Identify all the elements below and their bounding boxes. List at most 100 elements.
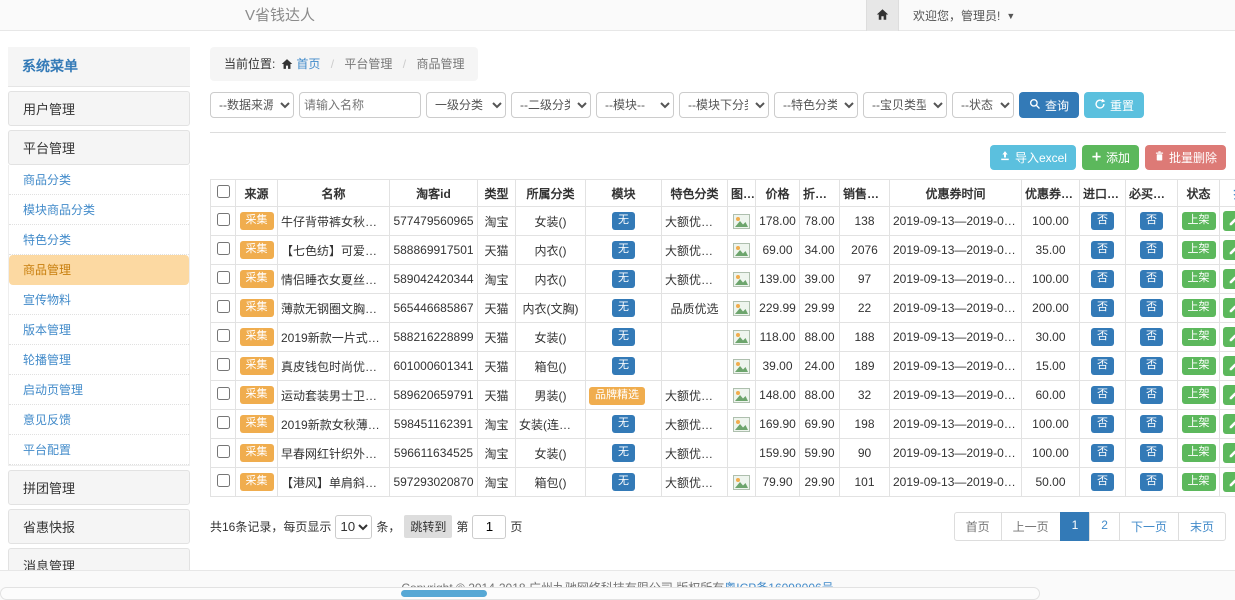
- feature-cell: 大额优惠券: [662, 410, 728, 439]
- sidebar-item-1-9[interactable]: 平台配置: [9, 435, 189, 465]
- edit-button[interactable]: [1223, 385, 1235, 405]
- must-buy-badge[interactable]: 否: [1140, 299, 1163, 316]
- jump-page-input[interactable]: [472, 515, 506, 539]
- data-source-select[interactable]: --数据来源--: [210, 92, 294, 118]
- home-button[interactable]: [866, 0, 899, 31]
- breadcrumb-home-link[interactable]: 首页: [296, 57, 320, 71]
- pager-item-1[interactable]: 上一页: [1001, 512, 1061, 541]
- status-badge[interactable]: 上架: [1182, 444, 1216, 461]
- coupon-time-cell: 2019-09-13—2019-09-19: [890, 323, 1022, 352]
- module-select[interactable]: --模块--: [596, 92, 674, 118]
- edit-button[interactable]: [1223, 443, 1235, 463]
- sidebar-group-2[interactable]: 拼团管理: [8, 470, 190, 505]
- sidebar-item-1-2[interactable]: 特色分类: [9, 225, 189, 255]
- row-checkbox[interactable]: [217, 474, 230, 487]
- imported-badge[interactable]: 否: [1091, 473, 1114, 490]
- sidebar-item-1-5[interactable]: 版本管理: [9, 315, 189, 345]
- sidebar-group-1[interactable]: 平台管理: [8, 130, 190, 165]
- horizontal-scrollbar[interactable]: [0, 587, 1040, 600]
- sidebar-item-1-8[interactable]: 意见反馈: [9, 405, 189, 435]
- edit-button[interactable]: [1223, 472, 1235, 492]
- row-checkbox[interactable]: [217, 445, 230, 458]
- edit-button[interactable]: [1223, 211, 1235, 231]
- pager-item-4[interactable]: 下一页: [1119, 512, 1179, 541]
- edit-button[interactable]: [1223, 414, 1235, 434]
- row-checkbox[interactable]: [217, 329, 230, 342]
- sidebar-item-1-4[interactable]: 宣传物料: [9, 285, 189, 315]
- must-buy-badge[interactable]: 否: [1140, 212, 1163, 229]
- status-badge[interactable]: 上架: [1182, 473, 1216, 490]
- sidebar-item-1-0[interactable]: 商品分类: [9, 165, 189, 195]
- pager-item-2[interactable]: 1: [1060, 512, 1091, 541]
- level1-category-select[interactable]: 一级分类: [426, 92, 506, 118]
- batch-delete-button[interactable]: 批量删除: [1145, 145, 1226, 170]
- per-page-select[interactable]: 10: [335, 515, 372, 539]
- must-buy-badge[interactable]: 否: [1140, 328, 1163, 345]
- reset-button[interactable]: 重置: [1084, 92, 1144, 118]
- imported-badge[interactable]: 否: [1091, 212, 1114, 229]
- sidebar-item-1-6[interactable]: 轮播管理: [9, 345, 189, 375]
- status-select[interactable]: --状态--: [952, 92, 1014, 118]
- status-badge[interactable]: 上架: [1182, 299, 1216, 316]
- sidebar-group-4[interactable]: 消息管理: [8, 548, 190, 570]
- must-buy-badge[interactable]: 否: [1140, 473, 1163, 490]
- module-subcategory-select[interactable]: --模块下分类--: [679, 92, 769, 118]
- must-buy-badge[interactable]: 否: [1140, 270, 1163, 287]
- row-checkbox[interactable]: [217, 416, 230, 429]
- pager-item-0[interactable]: 首页: [954, 512, 1002, 541]
- edit-button[interactable]: [1223, 327, 1235, 347]
- row-checkbox[interactable]: [217, 358, 230, 371]
- must-buy-badge[interactable]: 否: [1140, 241, 1163, 258]
- row-checkbox[interactable]: [217, 387, 230, 400]
- user-menu[interactable]: 欢迎您，管理员! ▼: [899, 0, 1015, 31]
- item-type-select[interactable]: --宝贝类型--: [863, 92, 947, 118]
- row-checkbox[interactable]: [217, 271, 230, 284]
- imported-badge[interactable]: 否: [1091, 270, 1114, 287]
- row-checkbox[interactable]: [217, 300, 230, 313]
- status-badge[interactable]: 上架: [1182, 415, 1216, 432]
- imported-badge[interactable]: 否: [1091, 386, 1114, 403]
- name-search-input[interactable]: [299, 92, 421, 118]
- imported-badge[interactable]: 否: [1091, 415, 1114, 432]
- discount-price-cell: 69.90: [800, 410, 840, 439]
- status-badge[interactable]: 上架: [1182, 241, 1216, 258]
- category-cell: 箱包(): [516, 352, 586, 381]
- search-button[interactable]: 查询: [1019, 92, 1079, 118]
- edit-button[interactable]: [1223, 298, 1235, 318]
- sidebar-group-0[interactable]: 用户管理: [8, 91, 190, 126]
- feature-category-select[interactable]: --特色分类--: [774, 92, 858, 118]
- level2-category-select[interactable]: --二级分类--: [511, 92, 591, 118]
- row-checkbox[interactable]: [217, 213, 230, 226]
- status-badge[interactable]: 上架: [1182, 386, 1216, 403]
- edit-button[interactable]: [1223, 356, 1235, 376]
- pager-item-5[interactable]: 末页: [1178, 512, 1226, 541]
- must-buy-badge[interactable]: 否: [1140, 357, 1163, 374]
- pager-item-3[interactable]: 2: [1089, 512, 1120, 541]
- sidebar-group-3[interactable]: 省惠快报: [8, 509, 190, 544]
- imported-badge[interactable]: 否: [1091, 241, 1114, 258]
- edit-button[interactable]: [1223, 269, 1235, 289]
- row-checkbox-cell: [211, 207, 236, 236]
- add-button[interactable]: 添加: [1082, 145, 1139, 170]
- sidebar-item-1-3[interactable]: 商品管理: [9, 255, 189, 285]
- column-header-10: 销售数量: [840, 180, 890, 207]
- status-badge[interactable]: 上架: [1182, 212, 1216, 229]
- must-buy-badge[interactable]: 否: [1140, 444, 1163, 461]
- status-badge[interactable]: 上架: [1182, 328, 1216, 345]
- row-checkbox[interactable]: [217, 242, 230, 255]
- edit-button[interactable]: [1223, 240, 1235, 260]
- imported-badge[interactable]: 否: [1091, 444, 1114, 461]
- scrollbar-thumb[interactable]: [401, 590, 487, 597]
- import-excel-button[interactable]: 导入excel: [990, 145, 1076, 170]
- must-buy-badge[interactable]: 否: [1140, 415, 1163, 432]
- sidebar-item-1-7[interactable]: 启动页管理: [9, 375, 189, 405]
- imported-badge[interactable]: 否: [1091, 299, 1114, 316]
- goods-table: 来源名称淘客id类型所属分类模块特色分类图标价格折后价销售数量优惠券时间优惠券金…: [210, 179, 1235, 497]
- sidebar-item-1-1[interactable]: 模块商品分类: [9, 195, 189, 225]
- must-buy-badge[interactable]: 否: [1140, 386, 1163, 403]
- status-badge[interactable]: 上架: [1182, 270, 1216, 287]
- select-all-checkbox[interactable]: [217, 185, 230, 198]
- imported-badge[interactable]: 否: [1091, 357, 1114, 374]
- imported-badge[interactable]: 否: [1091, 328, 1114, 345]
- status-badge[interactable]: 上架: [1182, 357, 1216, 374]
